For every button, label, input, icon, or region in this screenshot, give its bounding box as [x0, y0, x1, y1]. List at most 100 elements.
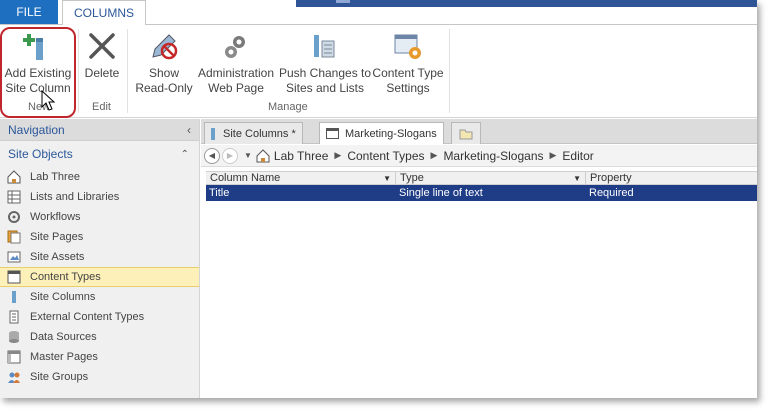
breadcrumb-item-content-types[interactable]: Content Types — [347, 149, 424, 163]
nav-item-label: Site Groups — [30, 371, 89, 383]
nav-item-site-assets[interactable]: Site Assets — [0, 247, 199, 267]
nav-item-lab-three[interactable]: Lab Three — [0, 167, 199, 187]
external-icon — [6, 309, 22, 325]
document-tab-strip: Site Columns * Marketing-Slogans — [201, 119, 757, 144]
nav-item-label: Data Sources — [30, 331, 97, 343]
nav-item-label: External Content Types — [30, 311, 145, 323]
main-pane: Site Columns * Marketing-Slogans ◀ ▶ ▼ L… — [201, 119, 757, 398]
administration-web-page-label: Administration Web Page — [197, 66, 275, 95]
nav-item-site-columns[interactable]: Site Columns — [0, 287, 199, 307]
tab-site-columns[interactable]: Site Columns * — [204, 122, 303, 144]
nav-item-workflows[interactable]: Workflows — [0, 207, 199, 227]
assets-icon — [6, 249, 22, 265]
nav-item-label: Content Types — [30, 271, 101, 283]
content-types-icon — [326, 128, 339, 139]
navigation-title: Navigation — [8, 122, 65, 137]
title-accent-bar — [296, 0, 757, 7]
administration-web-page-button[interactable]: Administration Web Page — [194, 29, 278, 96]
forward-icon[interactable]: ▶ — [222, 147, 238, 164]
tab-marketing-slogans[interactable]: Marketing-Slogans — [319, 122, 444, 144]
show-read-only-label: Show Read-Only — [135, 66, 193, 95]
content-type-settings-label: Content Type Settings — [372, 66, 444, 95]
cell-property: Required — [589, 187, 634, 199]
breadcrumb-item-lab-three[interactable]: Lab Three — [274, 149, 329, 163]
nav-item-label: Lists and Libraries — [30, 191, 120, 203]
home-icon — [6, 169, 22, 185]
delete-label: Delete — [84, 66, 120, 80]
ribbon-separator — [449, 29, 450, 113]
ribbon-tab-bar: FILE COLUMNS — [0, 0, 757, 25]
breadcrumb-item-marketing-slogans[interactable]: Marketing-Slogans — [443, 149, 543, 163]
ribbon: Add Existing Site Column Delete Show Rea… — [0, 24, 757, 118]
group-label-edit: Edit — [92, 101, 111, 113]
content-type-settings-button[interactable]: Content Type Settings — [372, 29, 444, 96]
nav-item-content-types[interactable]: Content Types — [0, 267, 199, 287]
cell-column-name: Title — [209, 187, 230, 199]
nav-item-external-content-types[interactable]: External Content Types — [0, 307, 199, 327]
master-pages-icon — [6, 349, 22, 365]
table-row[interactable]: Title Single line of text Required — [206, 185, 757, 201]
column-header-property[interactable]: Property — [586, 172, 757, 184]
ribbon-separator — [78, 29, 79, 113]
back-icon[interactable]: ◀ — [204, 147, 220, 164]
tab-label: Marketing-Slogans — [345, 127, 437, 140]
column-header-label: Column Name — [210, 172, 281, 184]
columns-grid: Column Name ▼ Type ▼ Property Title Sing… — [206, 171, 757, 201]
grid-header: Column Name ▼ Type ▼ Property — [206, 171, 757, 185]
content-types-icon — [6, 269, 22, 285]
nav-item-label: Site Columns — [30, 291, 96, 303]
site-objects-header[interactable]: Site Objects ⌃ — [0, 141, 199, 167]
group-label-manage: Manage — [268, 101, 308, 113]
database-icon — [6, 329, 22, 345]
gears-icon — [220, 29, 252, 63]
push-changes-button[interactable]: Push Changes to Sites and Lists — [278, 29, 372, 96]
push-changes-icon — [309, 29, 341, 63]
nav-item-label: Site Pages — [30, 231, 84, 243]
chevron-right-icon[interactable]: ▶ — [550, 150, 557, 161]
chevron-right-icon[interactable]: ▶ — [334, 150, 341, 161]
push-changes-label: Push Changes to Sites and Lists — [278, 66, 372, 95]
nav-item-master-pages[interactable]: Master Pages — [0, 347, 199, 367]
chevron-up-icon[interactable]: ⌃ — [181, 149, 189, 160]
new-tab-button[interactable] — [451, 122, 481, 144]
nav-item-data-sources[interactable]: Data Sources — [0, 327, 199, 347]
nav-item-site-groups[interactable]: Site Groups — [0, 367, 199, 387]
site-columns-icon — [6, 289, 22, 305]
pages-icon — [6, 229, 22, 245]
nav-item-label: Workflows — [30, 211, 81, 223]
navigation-pane: Navigation ‹ Site Objects ⌃ Lab Three Li… — [0, 119, 200, 398]
groups-icon — [6, 369, 22, 385]
tab-file[interactable]: FILE — [0, 0, 58, 24]
breadcrumb-item-editor[interactable]: Editor — [562, 149, 593, 163]
home-icon — [256, 148, 270, 162]
sort-dropdown-icon[interactable]: ▼ — [573, 174, 581, 183]
column-header-label: Property — [590, 172, 632, 184]
site-columns-icon — [211, 127, 215, 140]
folder-icon — [459, 129, 473, 139]
show-read-only-button[interactable]: Show Read-Only — [133, 29, 195, 96]
nav-item-label: Lab Three — [30, 171, 80, 183]
sort-dropdown-icon[interactable]: ▼ — [383, 174, 391, 183]
cell-type: Single line of text — [399, 187, 483, 199]
content-type-settings-icon — [392, 29, 424, 63]
workflow-icon — [6, 209, 22, 225]
nav-item-lists-and-libraries[interactable]: Lists and Libraries — [0, 187, 199, 207]
highlight-ring — [0, 27, 76, 118]
nav-item-site-pages[interactable]: Site Pages — [0, 227, 199, 247]
column-header-type[interactable]: Type ▼ — [396, 172, 586, 184]
column-header-name[interactable]: Column Name ▼ — [206, 172, 396, 184]
mouse-cursor-icon — [41, 90, 55, 111]
delete-button[interactable]: Delete — [82, 29, 122, 81]
column-header-label: Type — [400, 172, 424, 184]
collapse-left-icon[interactable]: ‹ — [187, 123, 191, 137]
tab-label: Site Columns * — [223, 127, 296, 140]
history-dropdown-icon[interactable]: ▼ — [244, 151, 252, 160]
nav-item-label: Master Pages — [30, 351, 98, 363]
breadcrumb: ◀ ▶ ▼ Lab Three ▶ Content Types ▶ Market… — [201, 145, 757, 167]
app-window: FILE COLUMNS Add Existing Site Column De… — [0, 0, 757, 398]
list-icon — [6, 189, 22, 205]
tab-columns[interactable]: COLUMNS — [62, 0, 146, 25]
chevron-right-icon[interactable]: ▶ — [431, 150, 438, 161]
site-objects-title: Site Objects — [8, 147, 73, 161]
ribbon-separator — [127, 29, 128, 113]
